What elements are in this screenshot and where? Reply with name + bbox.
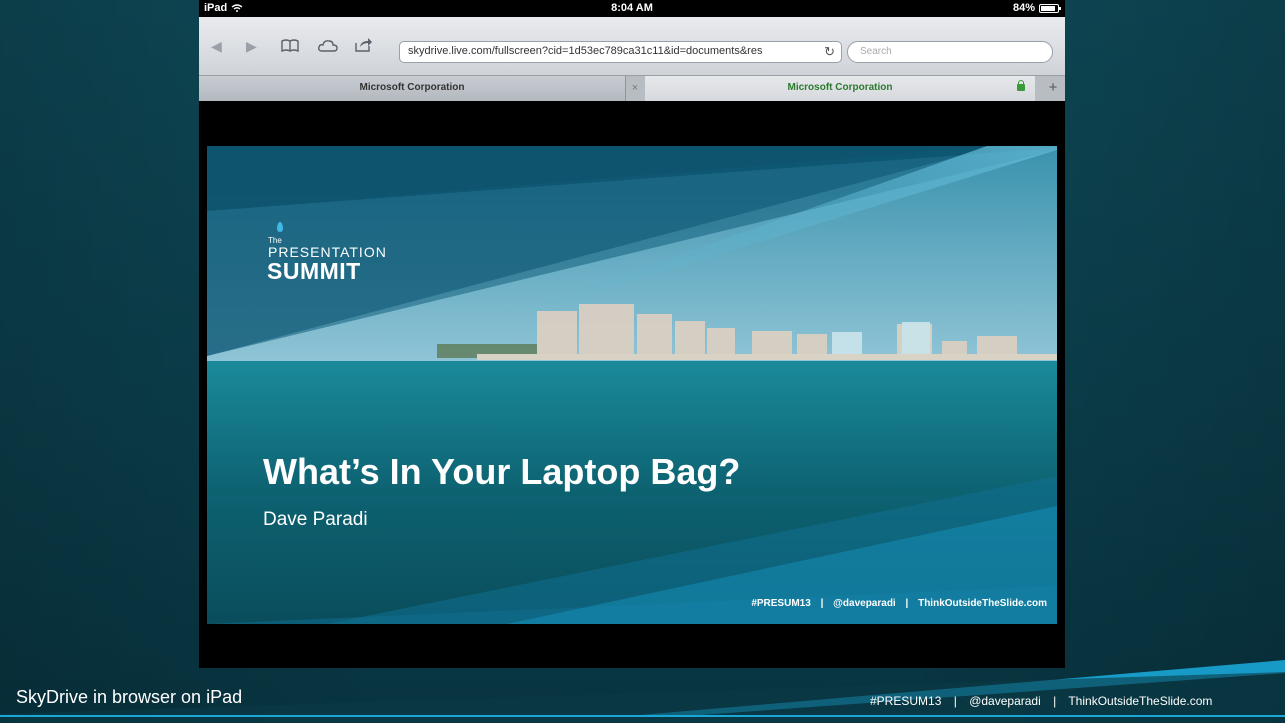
share-icon[interactable] [355,37,373,52]
slide-author: Dave Paradi [263,509,368,530]
logo-summit: SUMMIT [267,258,361,284]
search-placeholder: Search [860,46,892,57]
search-input[interactable]: Search [847,41,1053,63]
forward-icon[interactable]: ▶ [246,39,257,53]
reload-icon[interactable]: ↻ [824,44,835,60]
browser-toolbar: ◀ ▶ skydrive.live.com/fullscreen?cid=1d5… [199,17,1065,75]
tab-label: Microsoft Corporation [359,82,465,93]
slide-handle: @daveparadi [833,598,896,609]
slide-footer: #PRESUM13 | @daveparadi | ThinkOutsideTh… [751,598,1047,609]
battery-percent: 84% [1012,2,1035,14]
status-bar: iPad 8:04 AM 84% [199,0,1065,17]
close-tab-icon[interactable]: × [627,76,643,101]
slide-artwork [207,146,1057,624]
footer-handle: @daveparadi [969,694,1041,708]
separator: | [905,598,909,609]
logo-drop-icon [277,222,283,232]
presentation-footer: #PRESUM13 | @daveparadi | ThinkOutsideTh… [870,694,1212,708]
lock-icon [1017,80,1025,91]
separator: | [1053,694,1057,708]
slide-site: ThinkOutsideTheSlide.com [918,598,1047,609]
slide-hashtag: #PRESUM13 [751,598,811,609]
slide-caption: SkyDrive in browser on iPad [16,687,243,707]
new-tab-button[interactable]: + [1041,76,1065,101]
separator: | [953,694,957,708]
url-text: skydrive.live.com/fullscreen?cid=1d53ec7… [408,45,763,57]
bookmarks-icon[interactable] [281,39,299,52]
tab-microsoft-2[interactable]: Microsoft Corporation [645,76,1035,101]
cloud-icon[interactable] [318,39,338,52]
separator: | [820,598,824,609]
status-time: 8:04 AM [611,2,653,14]
tab-microsoft-1[interactable]: Microsoft Corporation [199,76,626,101]
slide-title: What’s In Your Laptop Bag? [263,451,741,492]
footer-site: ThinkOutsideTheSlide.com [1068,694,1213,708]
presentation-slide: The PRESENTATION SUMMIT What’s In Your L… [207,146,1057,624]
tab-label: Microsoft Corporation [787,82,893,93]
footer-hashtag: #PRESUM13 [870,694,942,708]
url-bar[interactable]: skydrive.live.com/fullscreen?cid=1d53ec7… [399,41,842,63]
tab-bar: Microsoft Corporation × Microsoft Corpor… [199,75,1065,101]
battery-icon [1039,3,1061,13]
back-icon[interactable]: ◀ [211,39,222,53]
